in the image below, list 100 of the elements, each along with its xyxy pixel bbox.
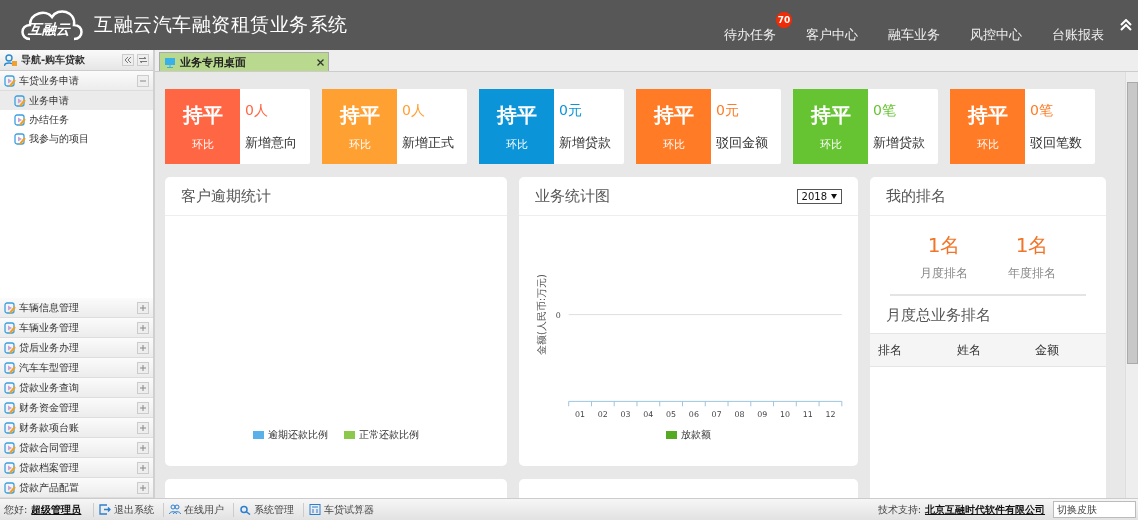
count-badge: 70 xyxy=(776,12,792,28)
expand-button[interactable] xyxy=(137,481,149,494)
page-edit-icon xyxy=(4,74,16,87)
axis-label: 08 xyxy=(734,410,745,420)
menu-group[interactable]: 车辆业务管理 xyxy=(0,318,153,338)
support-label: 技术支持: xyxy=(877,502,921,517)
status-link[interactable]: 退出系统 xyxy=(93,502,160,517)
rank-value: 1名 xyxy=(927,232,961,259)
user-icon xyxy=(4,53,18,67)
stat-label: 新增意向 xyxy=(245,133,298,152)
page-edit-icon xyxy=(4,461,16,474)
menu-group[interactable]: 贷款档案管理 xyxy=(0,458,153,478)
expand-button[interactable] xyxy=(137,441,149,454)
swap-arrows-icon xyxy=(139,57,147,63)
close-icon[interactable] xyxy=(317,58,324,66)
skin-select[interactable]: 切换皮肤 xyxy=(1053,501,1136,518)
stat-value: 0元 xyxy=(559,101,583,120)
expand-button[interactable] xyxy=(137,321,149,334)
greeting-label: 您好: xyxy=(4,502,28,517)
axis-label: 12 xyxy=(825,410,836,420)
menu-group[interactable]: 车辆信息管理 xyxy=(0,298,153,318)
status-link[interactable]: 在线用户 xyxy=(163,502,230,517)
axis-label: 09 xyxy=(757,410,768,420)
company-link[interactable]: 北京互融时代软件有限公司 xyxy=(925,502,1045,517)
collapse-button[interactable] xyxy=(137,74,149,87)
menu-item[interactable]: 业务申请 xyxy=(0,91,153,110)
menu-group[interactable]: 贷后业务办理 xyxy=(0,338,153,358)
plus-icon xyxy=(140,344,146,351)
double-caret-up-icon[interactable] xyxy=(1120,19,1132,31)
page-edit-icon xyxy=(4,361,16,374)
expand-button[interactable] xyxy=(137,341,149,354)
scrollbar[interactable] xyxy=(1125,72,1138,498)
expand-button[interactable] xyxy=(137,301,149,314)
axis-label: 06 xyxy=(688,410,699,420)
legend-item[interactable]: 放款额 xyxy=(666,428,711,442)
trend-label: 环比 xyxy=(191,136,214,152)
collapse-sidebar-button[interactable] xyxy=(122,54,134,66)
menu-group[interactable]: 车贷业务申请 xyxy=(0,71,153,91)
page-edit-icon xyxy=(4,321,16,334)
rank-value: 1名 xyxy=(1015,232,1049,259)
caret-icon xyxy=(831,193,837,199)
legend-item[interactable]: 逾期还款比例 xyxy=(253,428,328,442)
trend-value: 持平 xyxy=(653,101,694,129)
rank-label: 月度排名 xyxy=(920,265,968,282)
legend-item[interactable]: 正常还款比例 xyxy=(344,428,419,442)
tab[interactable]: 业务专用桌面 xyxy=(159,52,329,71)
column-header: 姓名 xyxy=(955,341,982,359)
trend-label: 环比 xyxy=(976,136,999,152)
panel-title: 我的排名 xyxy=(886,186,947,206)
expand-button[interactable] xyxy=(137,461,149,474)
trend-label: 环比 xyxy=(662,136,685,152)
expand-button[interactable] xyxy=(137,361,149,374)
logout-icon xyxy=(99,504,112,515)
column-header: 排名 xyxy=(877,341,903,359)
year-select[interactable]: 2018 xyxy=(796,188,842,204)
minus-icon xyxy=(140,77,146,84)
plus-icon xyxy=(140,484,146,491)
plus-icon xyxy=(140,464,146,471)
panel-title: 客户逾期统计 xyxy=(181,186,272,206)
nav-link[interactable]: 融车业务 xyxy=(884,27,944,42)
trend-value: 持平 xyxy=(339,101,380,129)
page-edit-icon xyxy=(4,421,16,434)
rank-label: 年度排名 xyxy=(1008,265,1056,282)
menu-group[interactable]: 贷款产品配置 xyxy=(0,478,153,498)
page-edit-icon xyxy=(4,441,16,454)
expand-button[interactable] xyxy=(137,421,149,434)
page-edit-icon xyxy=(14,94,26,107)
axis-label: 11 xyxy=(802,410,813,420)
status-link[interactable]: 系统管理 xyxy=(233,502,300,517)
trend-value: 持平 xyxy=(182,101,223,129)
stat-label: 驳回金额 xyxy=(716,133,769,152)
axis-label: 03 xyxy=(620,410,631,420)
menu-group[interactable]: 贷款合同管理 xyxy=(0,438,153,458)
plus-icon xyxy=(140,384,146,391)
stat-value: 0元 xyxy=(716,101,740,120)
expand-button[interactable] xyxy=(137,381,149,394)
page-edit-icon xyxy=(4,401,16,414)
nav-link[interactable]: 待办任务 xyxy=(720,27,780,42)
menu-group[interactable]: 财务资金管理 xyxy=(0,398,153,418)
expand-button[interactable] xyxy=(137,401,149,414)
stat-value: 0笔 xyxy=(873,101,897,120)
user-link[interactable]: 超级管理员 xyxy=(31,502,82,517)
status-link[interactable]: 车贷试算器 xyxy=(303,502,380,517)
trend-label: 环比 xyxy=(505,136,528,152)
axis-label: 05 xyxy=(666,410,677,420)
axis-label: 0 xyxy=(555,310,561,320)
nav-link[interactable]: 台账报表 xyxy=(1048,27,1108,42)
swap-button[interactable] xyxy=(137,54,149,66)
nav-link[interactable]: 风控中心 xyxy=(966,27,1026,42)
monitor-icon xyxy=(164,56,176,68)
nav-link[interactable]: 客户中心 xyxy=(802,27,862,42)
page-edit-icon xyxy=(4,301,16,314)
menu-group[interactable]: 汽车车型管理 xyxy=(0,358,153,378)
stat-value: 0笔 xyxy=(1030,101,1054,120)
page-edit-icon xyxy=(4,341,16,354)
users-icon xyxy=(169,504,182,515)
menu-group[interactable]: 财务款项台账 xyxy=(0,418,153,438)
menu-group[interactable]: 贷款业务查询 xyxy=(0,378,153,398)
panel-title: 业务统计图 xyxy=(535,186,611,206)
page-edit-icon xyxy=(14,113,26,126)
